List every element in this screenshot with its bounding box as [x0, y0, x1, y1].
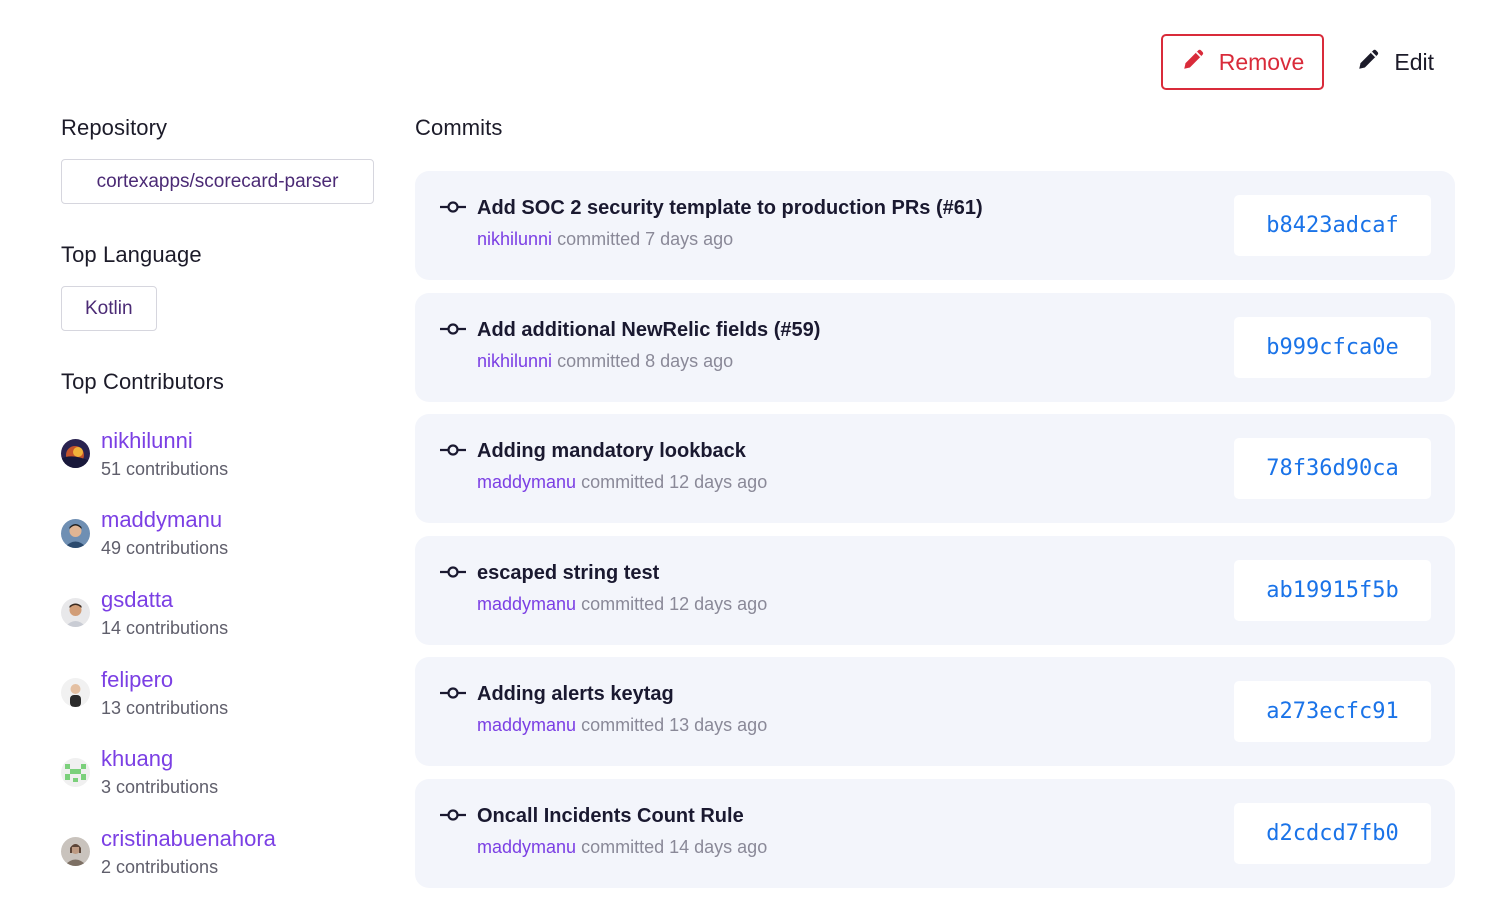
commit-message: Oncall Incidents Count Rule: [477, 804, 744, 827]
commit-author-link[interactable]: maddymanu: [477, 715, 576, 735]
commit-message: escaped string test: [477, 561, 660, 584]
commit-message: Add additional NewRelic fields (#59): [477, 318, 821, 341]
commit-card: Adding alerts keytag maddymanu committed…: [415, 657, 1455, 767]
contribution-count: 13 contributions: [101, 697, 229, 718]
remove-button-label: Remove: [1218, 48, 1305, 75]
pencil-icon: [1181, 46, 1207, 78]
commit-card: escaped string test maddymanu committed …: [415, 535, 1455, 645]
commit-meta: maddymanu committed 12 days ago: [477, 472, 767, 493]
commit-sha-link[interactable]: b999cfca0e: [1234, 316, 1431, 378]
commit-time: 8 days ago: [645, 350, 734, 371]
commit-meta: maddymanu committed 14 days ago: [477, 837, 767, 858]
contributor-item: khuang 3 contributions: [61, 732, 391, 812]
edit-button-label: Edit: [1394, 48, 1434, 75]
commit-meta: maddymanu committed 13 days ago: [477, 715, 767, 736]
edit-button[interactable]: Edit: [1352, 34, 1438, 90]
commit-author-link[interactable]: maddymanu: [477, 837, 576, 857]
avatar[interactable]: [61, 757, 90, 787]
commit-time: 12 days ago: [669, 472, 768, 493]
contributor-name-link[interactable]: gsdatta: [101, 586, 228, 614]
commit-sha-link[interactable]: 78f36d90ca: [1234, 438, 1431, 500]
committed-label: committed: [581, 593, 665, 614]
commit-list: Add SOC 2 security template to productio…: [415, 171, 1455, 899]
commit-time: 13 days ago: [669, 715, 768, 736]
repository-chip[interactable]: cortexapps/scorecard-parser: [61, 159, 374, 204]
contributor-name-link[interactable]: maddymanu: [101, 506, 228, 534]
contributor-item: nikhilunni 51 contributions: [61, 414, 391, 494]
commit-sha-link[interactable]: ab19915f5b: [1234, 559, 1431, 621]
commit-meta: maddymanu committed 12 days ago: [477, 594, 767, 615]
contribution-count: 51 contributions: [101, 458, 229, 479]
git-commit-icon: [440, 807, 466, 823]
commit-meta: nikhilunni committed 7 days ago: [477, 229, 733, 250]
commit-time: 7 days ago: [645, 229, 734, 249]
committed-label: committed: [581, 715, 665, 736]
contribution-count: 14 contributions: [101, 617, 229, 638]
page-actions: Remove Edit: [1160, 34, 1438, 90]
contributor-name-link[interactable]: nikhilunni: [101, 427, 228, 455]
language-chip: Kotlin: [61, 286, 157, 331]
pencil-icon: [1356, 46, 1382, 78]
git-commit-icon: [440, 199, 466, 215]
contributor-item: cristinabuenahora 2 contributions: [61, 812, 391, 892]
contributor-item: maddymanu 49 contributions: [61, 494, 391, 574]
commit-meta: nikhilunni committed 8 days ago: [477, 351, 733, 372]
contributors-list: nikhilunni 51 contributions maddymanu 49…: [61, 414, 391, 892]
contributor-name-link[interactable]: felipero: [101, 666, 228, 694]
remove-button[interactable]: Remove: [1160, 34, 1325, 90]
contributor-item: felipero 13 contributions: [61, 653, 391, 733]
commit-card: Add additional NewRelic fields (#59) nik…: [415, 292, 1455, 402]
commit-author-link[interactable]: maddymanu: [477, 472, 576, 492]
committed-label: committed: [557, 350, 641, 371]
commit-sha-link[interactable]: b8423adcaf: [1234, 195, 1431, 256]
avatar[interactable]: [61, 439, 90, 469]
commit-time: 14 days ago: [669, 836, 768, 857]
repository-heading: Repository: [61, 115, 168, 140]
commit-message: Adding mandatory lookback: [477, 440, 746, 463]
commit-message: Add SOC 2 security template to productio…: [477, 197, 983, 219]
commits-heading: Commits: [415, 115, 503, 140]
contribution-count: 3 contributions: [101, 777, 219, 798]
commit-card: Oncall Incidents Count Rule maddymanu co…: [415, 778, 1455, 888]
contribution-count: 2 contributions: [101, 856, 219, 877]
avatar[interactable]: [61, 837, 90, 867]
contributor-name-link[interactable]: cristinabuenahora: [101, 825, 276, 853]
avatar[interactable]: [61, 678, 90, 708]
contribution-count: 49 contributions: [101, 538, 229, 559]
git-commit-icon: [440, 321, 466, 337]
commit-card: Adding mandatory lookback maddymanu comm…: [415, 414, 1455, 524]
commit-sha-link[interactable]: d2cdcd7fb0: [1234, 802, 1431, 864]
avatar[interactable]: [61, 518, 90, 548]
commit-author-link[interactable]: maddymanu: [477, 594, 576, 614]
top-language-heading: Top Language: [61, 242, 202, 267]
contributor-item: gsdatta 14 contributions: [61, 573, 391, 653]
git-commit-icon: [440, 564, 466, 580]
contributor-name-link[interactable]: khuang: [101, 745, 218, 773]
commit-message: Adding alerts keytag: [477, 683, 674, 706]
commit-author-link[interactable]: nikhilunni: [477, 229, 552, 249]
top-contributors-heading: Top Contributors: [61, 369, 225, 394]
commit-time: 12 days ago: [669, 593, 768, 614]
commit-author-link[interactable]: nikhilunni: [477, 351, 552, 371]
committed-label: committed: [581, 472, 665, 493]
commit-card: Add SOC 2 security template to productio…: [415, 171, 1455, 280]
committed-label: committed: [557, 229, 641, 249]
git-commit-icon: [440, 685, 466, 701]
git-commit-icon: [440, 442, 466, 458]
commit-sha-link[interactable]: a273ecfc91: [1234, 681, 1431, 743]
committed-label: committed: [581, 836, 665, 857]
avatar[interactable]: [61, 598, 90, 628]
